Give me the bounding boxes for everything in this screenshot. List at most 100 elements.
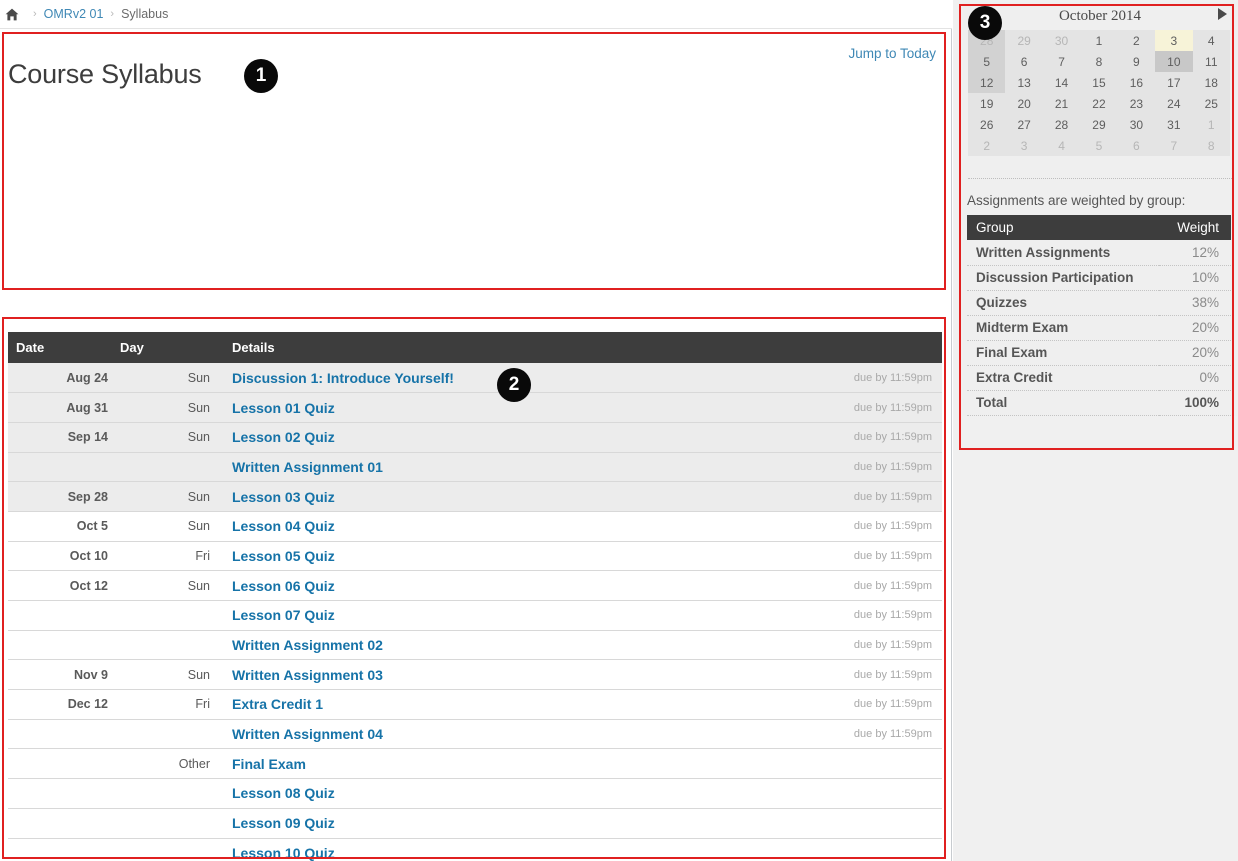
table-row: Lesson 08 Quiz: [8, 778, 942, 809]
calendar-day-cell[interactable]: 27: [1005, 114, 1043, 135]
cell-group-name: Quizzes: [967, 290, 1160, 316]
calendar-day-cell[interactable]: 3: [1155, 30, 1193, 51]
table-row: Lesson 07 Quiz due by 11:59pm: [8, 600, 942, 631]
syllabus-page: › OMRv2 01 › Syllabus Jump to Today Cour…: [0, 0, 1238, 861]
calendar-day-cell[interactable]: 31: [1155, 114, 1193, 135]
calendar-week-row: 5 6 7 8 9 10 11: [968, 51, 1230, 72]
breadcrumb-course-link[interactable]: OMRv2 01: [44, 7, 104, 21]
cell-group-name: Total: [967, 390, 1160, 416]
assignment-link[interactable]: Final Exam: [232, 756, 306, 772]
column-header-day: Day: [120, 332, 224, 363]
calendar-day-cell[interactable]: 4: [1192, 30, 1230, 51]
assignment-link[interactable]: Extra Credit 1: [232, 696, 323, 712]
calendar-day-cell[interactable]: 21: [1042, 93, 1081, 114]
calendar-day-cell[interactable]: 9: [1117, 51, 1156, 72]
calendar-day-cell[interactable]: 5: [1080, 135, 1118, 156]
assignment-link[interactable]: Lesson 07 Quiz: [232, 607, 335, 623]
cell-date: [8, 778, 120, 809]
table-row: Other Final Exam: [8, 748, 942, 780]
calendar-day-cell[interactable]: 5: [968, 51, 1006, 72]
cell-details: Lesson 08 Quiz: [224, 778, 583, 809]
calendar-week-row: 12 13 14 15 16 17 18: [968, 72, 1230, 93]
assignment-link[interactable]: Lesson 04 Quiz: [232, 518, 335, 534]
calendar-day-cell[interactable]: 17: [1155, 72, 1193, 93]
calendar-day-cell[interactable]: 29: [1005, 30, 1043, 51]
calendar-day-cell[interactable]: 29: [1080, 114, 1118, 135]
calendar-day-cell[interactable]: 1: [1192, 114, 1230, 135]
calendar-day-cell[interactable]: 11: [1192, 51, 1230, 72]
assignment-link[interactable]: Discussion 1: Introduce Yourself!: [232, 370, 454, 386]
assignment-link[interactable]: Written Assignment 03: [232, 667, 383, 683]
calendar-day-cell[interactable]: 12: [968, 72, 1006, 93]
table-row: Aug 24 Sun Discussion 1: Introduce Yoursel…: [8, 363, 942, 394]
assignment-link[interactable]: Written Assignment 01: [232, 459, 383, 475]
weights-row: Midterm Exam 20%: [967, 315, 1231, 341]
calendar-day-cell[interactable]: 3: [1005, 135, 1043, 156]
cell-day: Sun: [120, 481, 224, 512]
cell-group-name: Written Assignments: [967, 240, 1160, 266]
calendar-day-cell[interactable]: 7: [1155, 135, 1193, 156]
assignment-link[interactable]: Lesson 01 Quiz: [232, 400, 335, 416]
calendar-day-cell[interactable]: 2: [968, 135, 1006, 156]
jump-to-today-link[interactable]: Jump to Today: [848, 46, 936, 61]
assignment-link[interactable]: Lesson 02 Quiz: [232, 429, 335, 445]
assignment-link[interactable]: Written Assignment 02: [232, 637, 383, 653]
cell-group-name: Extra Credit: [967, 365, 1160, 391]
weights-row: Written Assignments 12%: [967, 240, 1231, 266]
assignment-link[interactable]: Lesson 06 Quiz: [232, 578, 335, 594]
calendar-day-cell[interactable]: 6: [1005, 51, 1043, 72]
syllabus-table-container: Date Day Details Aug 24 Sun Discussion 1: …: [8, 332, 942, 861]
weights-total-row: Total 100%: [967, 390, 1231, 416]
assignment-link[interactable]: Lesson 08 Quiz: [232, 785, 335, 801]
calendar-day-cell[interactable]: 28: [1042, 114, 1081, 135]
calendar-day-cell[interactable]: 18: [1192, 72, 1230, 93]
calendar-day-cell[interactable]: 15: [1080, 72, 1118, 93]
calendar-day-cell[interactable]: 24: [1155, 93, 1193, 114]
annotation-badge: 3: [968, 6, 1002, 40]
calendar-day-cell[interactable]: 23: [1117, 93, 1156, 114]
calendar-day-cell[interactable]: 16: [1117, 72, 1156, 93]
table-row: Lesson 09 Quiz: [8, 808, 942, 839]
calendar-day-cell[interactable]: 7: [1042, 51, 1081, 72]
cell-date: Oct 12: [8, 570, 120, 601]
calendar-day-cell[interactable]: 30: [1117, 114, 1156, 135]
mini-calendar[interactable]: 28 29 30 1 2 3 4 5 6 7 8 9 10 11 12 13 14 15 16 17 18 19 20 21 2…: [968, 30, 1230, 156]
calendar-day-cell[interactable]: 2: [1117, 30, 1156, 51]
cell-group-weight: 10%: [1159, 265, 1231, 291]
calendar-day-cell[interactable]: 6: [1117, 135, 1156, 156]
assignment-link[interactable]: Written Assignment 04: [232, 726, 383, 742]
calendar-day-cell[interactable]: 10: [1155, 51, 1193, 72]
column-header-weight: Weight: [1159, 215, 1231, 240]
assignment-link[interactable]: Lesson 05 Quiz: [232, 548, 335, 564]
cell-date: Aug 24: [8, 363, 120, 394]
syllabus-table-body: Aug 24 Sun Discussion 1: Introduce Yoursel…: [8, 363, 942, 861]
breadcrumb-current: Syllabus: [121, 7, 169, 21]
calendar-day-cell[interactable]: 1: [1080, 30, 1118, 51]
calendar-day-cell[interactable]: 25: [1192, 93, 1230, 114]
home-icon[interactable]: [5, 8, 19, 21]
cell-details: Lesson 02 Quiz: [224, 422, 583, 453]
cell-due-date: due by 11:59pm: [583, 659, 942, 691]
calendar-day-cell[interactable]: 8: [1080, 51, 1118, 72]
assignment-link[interactable]: Lesson 10 Quiz: [232, 845, 335, 861]
calendar-day-cell[interactable]: 30: [1042, 30, 1081, 51]
calendar-day-cell[interactable]: 13: [1005, 72, 1043, 93]
calendar-day-cell[interactable]: 26: [968, 114, 1006, 135]
cell-due-date: [583, 808, 942, 839]
calendar-day-cell[interactable]: 8: [1192, 135, 1230, 156]
calendar-day-cell[interactable]: 14: [1042, 72, 1081, 93]
table-row: Oct 12 Sun Lesson 06 Quiz due by 11:59pm: [8, 570, 942, 601]
calendar-day-cell[interactable]: 22: [1080, 93, 1118, 114]
cell-details: Written Assignment 02: [224, 630, 583, 661]
calendar-day-cell[interactable]: 20: [1005, 93, 1043, 114]
weights-label: Assignments are weighted by group:: [967, 193, 1186, 208]
assignment-link[interactable]: Lesson 03 Quiz: [232, 489, 335, 505]
annotation-badge: 1: [244, 59, 278, 93]
calendar-day-cell[interactable]: 4: [1042, 135, 1081, 156]
assignment-weights-table: Group Weight Written Assignments 12% Discu…: [967, 215, 1231, 416]
cell-details: Lesson 07 Quiz: [224, 600, 583, 631]
cell-date: [8, 808, 120, 839]
assignment-link[interactable]: Lesson 09 Quiz: [232, 815, 335, 831]
chevron-right-icon[interactable]: [1218, 8, 1227, 20]
calendar-day-cell[interactable]: 19: [968, 93, 1006, 114]
